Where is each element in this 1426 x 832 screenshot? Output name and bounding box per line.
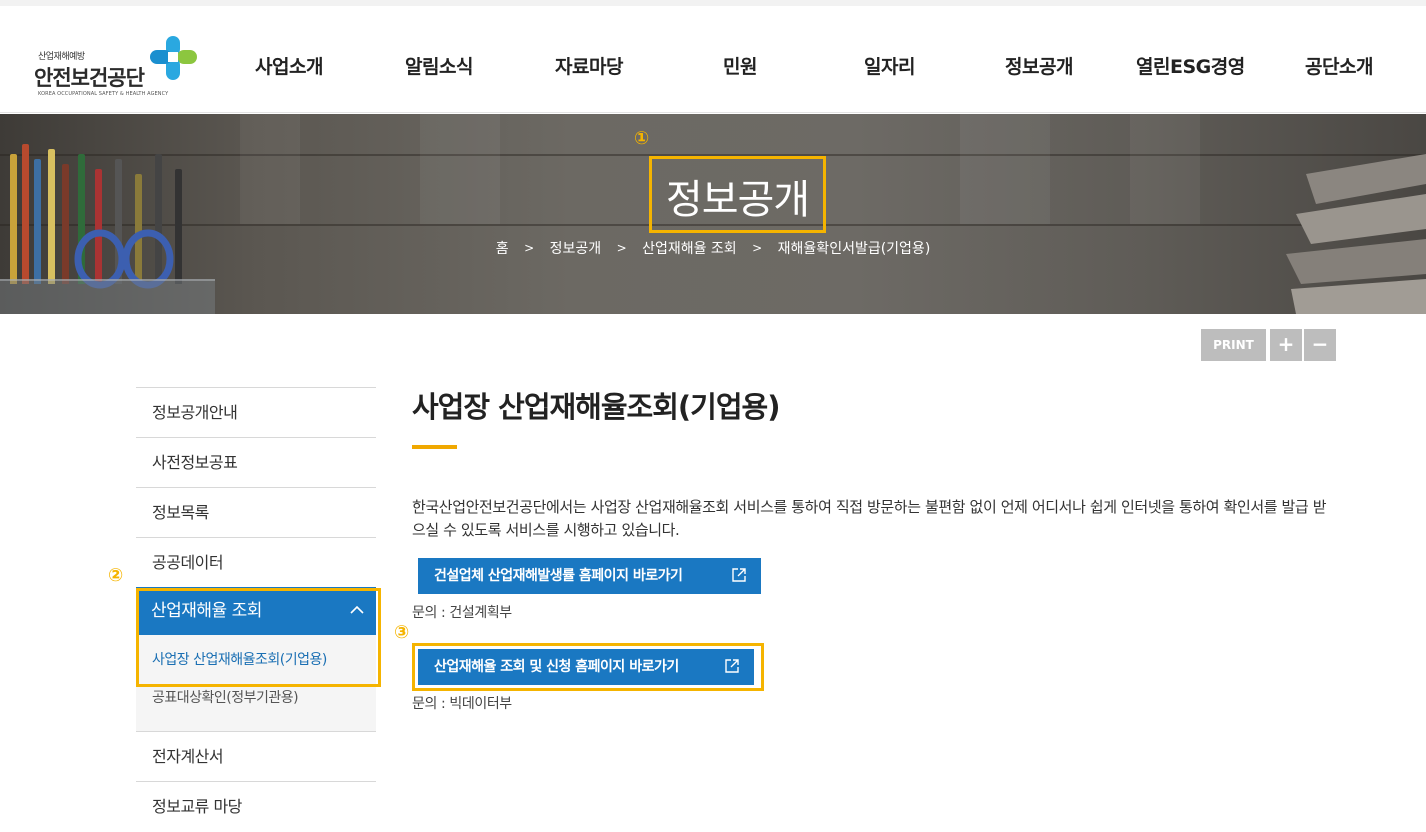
page-section-title: 정보공개 [665, 177, 810, 223]
zoom-in-button[interactable]: + [1270, 329, 1302, 361]
side-nav-item-info-list[interactable]: 정보목록 [136, 487, 376, 537]
nav-item-about[interactable]: 공단소개 [1305, 52, 1373, 79]
construction-accident-link-button[interactable]: 건설업체 산업재해발생률 홈페이지 바로가기 [418, 558, 761, 594]
nav-item-jobs[interactable]: 일자리 [864, 52, 915, 79]
breadcrumb-home[interactable]: 홈 [496, 238, 509, 258]
construction-accident-link-label: 건설업체 산업재해발생률 홈페이지 바로가기 [434, 568, 683, 584]
side-nav-item-accident-rate[interactable]: 산업재해율 조회 [136, 587, 376, 635]
hero-book-blur [1130, 114, 1200, 224]
side-nav-sub-corporate[interactable]: 사업장 산업재해율조회(기업용) [136, 641, 376, 679]
breadcrumb-chevron-icon: > [616, 241, 627, 255]
accident-rate-apply-link-button[interactable]: 산업재해율 조회 및 신청 홈페이지 바로가기 [418, 649, 754, 685]
side-nav-active-label: 산업재해율 조회 [151, 601, 262, 621]
nav-item-esg[interactable]: 열린ESG경영 [1136, 52, 1245, 79]
hero-banner: ① 정보공개 홈 > 정보공개 > 산업재해율 조회 > 재해율확인서발급(기업… [0, 114, 1426, 314]
hero-pencil [10, 154, 17, 284]
side-nav-submenu: 사업장 산업재해율조회(기업용) 공표대상확인(정부기관용) [136, 635, 376, 731]
intro-text: 한국산업안전보건공단에서는 사업장 산업재해율조회 서비스를 통하여 직접 방문… [412, 498, 1327, 539]
page-title: 사업장 산업재해율조회(기업용) [412, 390, 780, 424]
nav-item-business-intro[interactable]: 사업소개 [255, 52, 323, 79]
inquiry-bigdata: 문의 : 빅데이터부 [412, 696, 512, 712]
site-header: 산업재해예방 안전보건공단 KOREA OCCUPATIONAL SAFETY … [0, 6, 1426, 113]
hero-title-highlight: 정보공개 [649, 156, 826, 233]
chevron-up-icon [350, 605, 364, 614]
hero-book-blur [960, 114, 1050, 224]
inquiry-construction: 문의 : 건설계획부 [412, 605, 512, 621]
breadcrumb-accident-rate[interactable]: 산업재해율 조회 [642, 238, 737, 258]
hero-pencil [48, 149, 55, 284]
hero-book-blur [240, 114, 300, 224]
annotation-marker-1: ① [634, 128, 650, 149]
hero-books-decoration [1286, 154, 1426, 314]
side-nav-sub-government[interactable]: 공표대상확인(정부기관용) [136, 679, 376, 717]
print-button[interactable]: PRINT [1201, 329, 1266, 361]
nav-item-disclosure[interactable]: 정보공개 [1005, 52, 1073, 79]
hero-pencil [22, 144, 29, 284]
accident-rate-apply-link-label: 산업재해율 조회 및 신청 홈페이지 바로가기 [434, 659, 679, 675]
external-link-icon [725, 659, 739, 673]
side-nav-item-guide[interactable]: 정보공개안내 [136, 387, 376, 437]
main-nav: 사업소개 알림소식 자료마당 민원 일자리 정보공개 열린ESG경영 공단소개 [0, 6, 1426, 113]
breadcrumb-disclosure[interactable]: 정보공개 [550, 238, 602, 258]
side-nav-item-pre-disclosure[interactable]: 사전정보공표 [136, 437, 376, 487]
zoom-out-button[interactable]: − [1304, 329, 1336, 361]
nav-item-news[interactable]: 알림소식 [405, 52, 473, 79]
breadcrumb: 홈 > 정보공개 > 산업재해율 조회 > 재해율확인서발급(기업용) [0, 238, 1426, 258]
external-link-icon [732, 568, 746, 582]
nav-item-resources[interactable]: 자료마당 [555, 52, 623, 79]
annotation-marker-2: ② [108, 565, 124, 586]
title-underline [412, 445, 457, 449]
breadcrumb-chevron-icon: > [752, 241, 763, 255]
side-nav-item-public-data[interactable]: 공공데이터 [136, 537, 376, 587]
hero-book-blur [420, 114, 500, 224]
side-nav-item-info-exchange[interactable]: 정보교류 마당 [136, 781, 376, 831]
breadcrumb-chevron-icon: > [524, 241, 535, 255]
side-nav: 정보공개안내 사전정보공표 정보목록 공공데이터 산업재해율 조회 사업장 산업… [136, 387, 376, 831]
hero-pencil [62, 164, 69, 284]
breadcrumb-current[interactable]: 재해율확인서발급(기업용) [778, 238, 931, 258]
side-nav-item-e-invoice[interactable]: 전자계산서 [136, 731, 376, 781]
hero-pencil [34, 159, 41, 284]
nav-item-civil-complaint[interactable]: 민원 [723, 52, 757, 79]
annotation-marker-3: ③ [394, 622, 410, 643]
hero-pencil-cup [0, 279, 215, 314]
